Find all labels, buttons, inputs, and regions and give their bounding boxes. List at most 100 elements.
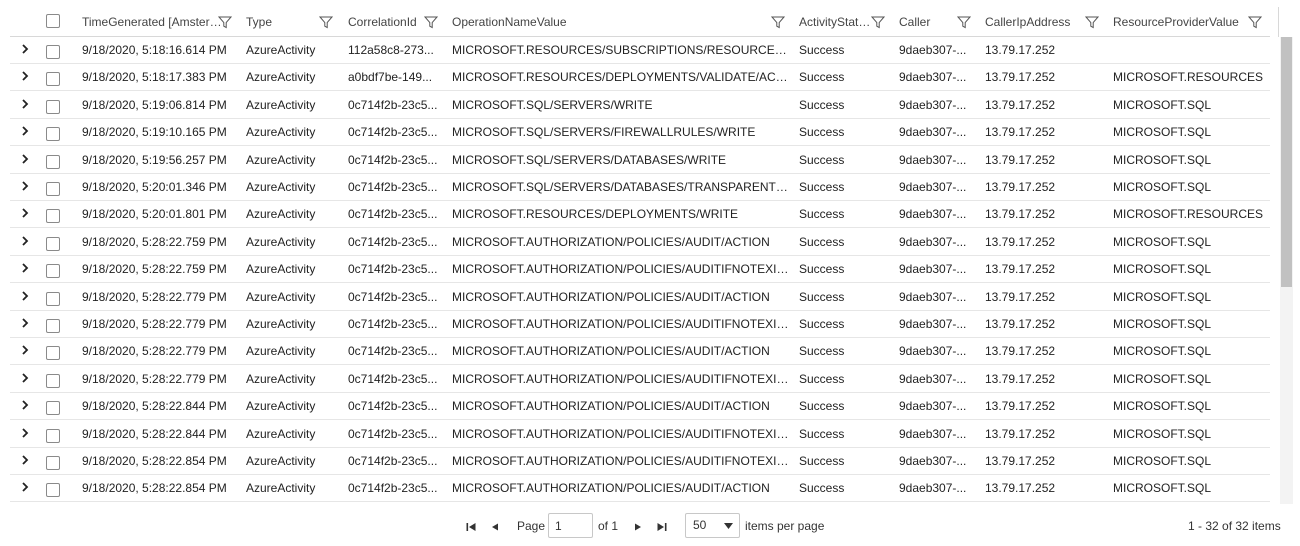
vertical-scrollbar[interactable] bbox=[1280, 37, 1293, 504]
cell-op: MICROSOFT.AUTHORIZATION/POLICIES/AUDITIF… bbox=[452, 317, 792, 331]
table-row[interactable]: 9/18/2020, 5:28:22.854 PM AzureActivity 0c… bbox=[10, 475, 1270, 503]
cell-status: Success bbox=[799, 43, 845, 57]
row-checkbox[interactable] bbox=[46, 182, 60, 196]
chevron-right-icon[interactable] bbox=[20, 180, 30, 192]
chevron-right-icon[interactable] bbox=[20, 262, 30, 274]
chevron-right-icon[interactable] bbox=[20, 43, 30, 55]
row-checkbox[interactable] bbox=[46, 401, 60, 416]
select-all-checkbox[interactable] bbox=[46, 14, 60, 28]
cell-time: 9/18/2020, 5:28:22.779 PM bbox=[82, 371, 227, 386]
cell-corr: 0c714f2b-23c5... bbox=[348, 344, 438, 359]
cell-corr: 0c714f2b-23c5... bbox=[348, 371, 438, 386]
row-checkbox[interactable] bbox=[46, 319, 60, 333]
table-row[interactable]: 9/18/2020, 5:28:22.779 PM AzureActivity 0c… bbox=[10, 284, 1270, 311]
cell-status: Success bbox=[799, 180, 845, 194]
row-checkbox[interactable] bbox=[46, 264, 60, 279]
table-row[interactable]: 9/18/2020, 5:28:22.844 PM AzureActivity 0c… bbox=[10, 421, 1270, 448]
row-checkbox[interactable] bbox=[46, 99, 60, 114]
filter-icon[interactable] bbox=[1085, 15, 1099, 29]
cell-op: MICROSOFT.AUTHORIZATION/POLICIES/AUDIT/A… bbox=[452, 289, 770, 304]
column-header-correlationid[interactable]: CorrelationId bbox=[348, 7, 428, 37]
chevron-right-icon[interactable] bbox=[20, 372, 30, 384]
chevron-right-icon[interactable] bbox=[20, 454, 30, 466]
chevron-right-icon[interactable] bbox=[20, 290, 30, 302]
row-checkbox[interactable] bbox=[46, 483, 60, 498]
row-checkbox[interactable] bbox=[46, 428, 60, 443]
cell-caller: 9daeb307-... bbox=[899, 262, 967, 277]
cell-corr: 0c714f2b-23c5... bbox=[348, 426, 438, 441]
previous-page-icon[interactable] bbox=[488, 520, 502, 534]
table-row[interactable]: 9/18/2020, 5:20:01.346 PM AzureActivity 0c… bbox=[10, 174, 1270, 201]
filter-icon[interactable] bbox=[771, 15, 785, 29]
row-checkbox[interactable] bbox=[46, 456, 60, 470]
filter-icon[interactable] bbox=[319, 15, 333, 29]
row-checkbox[interactable] bbox=[46, 209, 60, 224]
column-header-timegenerated[interactable]: TimeGenerated [Amster… bbox=[82, 7, 222, 37]
cell-caller: 9daeb307-... bbox=[899, 125, 967, 140]
filter-icon[interactable] bbox=[871, 15, 885, 29]
chevron-right-icon[interactable] bbox=[20, 98, 30, 110]
cell-status: Success bbox=[799, 97, 845, 112]
chevron-right-icon[interactable] bbox=[20, 235, 30, 247]
table-row[interactable]: 9/18/2020, 5:28:22.779 PM AzureActivity 0c… bbox=[10, 311, 1270, 338]
table-row[interactable]: 9/18/2020, 5:18:16.614 PM AzureActivity 11… bbox=[10, 37, 1270, 64]
row-checkbox[interactable] bbox=[46, 127, 60, 142]
row-checkbox[interactable] bbox=[46, 291, 60, 306]
cell-time: 9/18/2020, 5:28:22.854 PM bbox=[82, 454, 227, 468]
cell-ip: 13.79.17.252 bbox=[985, 262, 1056, 277]
column-header-type[interactable]: Type bbox=[246, 7, 316, 37]
cell-type: AzureActivity bbox=[246, 426, 316, 441]
chevron-right-icon[interactable] bbox=[20, 125, 30, 137]
chevron-right-icon[interactable] bbox=[20, 207, 30, 219]
first-page-icon[interactable] bbox=[464, 520, 478, 534]
filter-icon[interactable] bbox=[957, 15, 971, 29]
chevron-right-icon[interactable] bbox=[20, 317, 30, 329]
table-row[interactable]: 9/18/2020, 5:20:01.801 PM AzureActivity 0c… bbox=[10, 201, 1270, 229]
cell-status: Success bbox=[799, 70, 845, 85]
column-header-calleripaddress[interactable]: CallerIpAddress bbox=[985, 7, 1085, 37]
last-page-icon[interactable] bbox=[655, 520, 669, 534]
cell-ip: 13.79.17.252 bbox=[985, 454, 1056, 468]
column-header-activitystatus[interactable]: ActivityStat… bbox=[799, 7, 871, 37]
column-header-resourceprovidervalue[interactable]: ResourceProviderValue bbox=[1113, 7, 1248, 37]
chevron-right-icon[interactable] bbox=[20, 70, 30, 82]
table-row[interactable]: 9/18/2020, 5:28:22.779 PM AzureActivity 0c… bbox=[10, 338, 1270, 366]
table-row[interactable]: 9/18/2020, 5:18:17.383 PM AzureActivity a0… bbox=[10, 64, 1270, 92]
table-row[interactable]: 9/18/2020, 5:28:22.854 PM AzureActivity 0c… bbox=[10, 448, 1270, 475]
page-size-select[interactable]: 50 bbox=[685, 513, 740, 538]
row-checkbox[interactable] bbox=[46, 373, 60, 388]
cell-status: Success bbox=[799, 371, 845, 386]
chevron-right-icon[interactable] bbox=[20, 399, 30, 411]
row-checkbox[interactable] bbox=[46, 154, 60, 169]
table-row[interactable]: 9/18/2020, 5:19:10.165 PM AzureActivity 0c… bbox=[10, 119, 1270, 147]
cell-rp: MICROSOFT.SQL bbox=[1113, 344, 1212, 359]
next-page-icon[interactable] bbox=[631, 520, 645, 534]
column-header-operationnamevalue[interactable]: OperationNameValue bbox=[452, 7, 652, 37]
cell-op: MICROSOFT.SQL/SERVERS/FIREWALLRULES/WRIT… bbox=[452, 125, 756, 140]
table-row[interactable]: 9/18/2020, 5:28:22.844 PM AzureActivity 0c… bbox=[10, 393, 1270, 421]
cell-ip: 13.79.17.252 bbox=[985, 43, 1056, 57]
page-number-input[interactable] bbox=[548, 513, 593, 538]
table-row[interactable]: 9/18/2020, 5:19:56.257 PM AzureActivity 0c… bbox=[10, 147, 1270, 174]
cell-op: MICROSOFT.SQL/SERVERS/DATABASES/TRANSPAR… bbox=[452, 180, 792, 194]
row-checkbox[interactable] bbox=[46, 45, 60, 59]
table-row[interactable]: 9/18/2020, 5:28:22.759 PM AzureActivity 0c… bbox=[10, 256, 1270, 284]
cell-caller: 9daeb307-... bbox=[899, 344, 967, 359]
filter-icon[interactable] bbox=[218, 15, 232, 29]
table-row[interactable]: 9/18/2020, 5:19:06.814 PM AzureActivity 0c… bbox=[10, 92, 1270, 119]
chevron-right-icon[interactable] bbox=[20, 153, 30, 165]
table-row[interactable]: 9/18/2020, 5:28:22.779 PM AzureActivity 0c… bbox=[10, 366, 1270, 393]
table-row[interactable]: 9/18/2020, 5:28:22.759 PM AzureActivity 0c… bbox=[10, 229, 1270, 256]
filter-icon[interactable] bbox=[424, 15, 438, 29]
column-header-caller[interactable]: Caller bbox=[899, 7, 959, 37]
chevron-right-icon[interactable] bbox=[20, 344, 30, 356]
filter-icon[interactable] bbox=[1248, 15, 1262, 29]
chevron-right-icon[interactable] bbox=[20, 427, 30, 439]
cell-caller: 9daeb307-... bbox=[899, 426, 967, 441]
scrollbar-thumb[interactable] bbox=[1281, 37, 1292, 287]
row-checkbox[interactable] bbox=[46, 72, 60, 87]
cell-time: 9/18/2020, 5:19:06.814 PM bbox=[82, 97, 227, 112]
row-checkbox[interactable] bbox=[46, 346, 60, 361]
row-checkbox[interactable] bbox=[46, 236, 60, 251]
chevron-right-icon[interactable] bbox=[20, 481, 30, 493]
